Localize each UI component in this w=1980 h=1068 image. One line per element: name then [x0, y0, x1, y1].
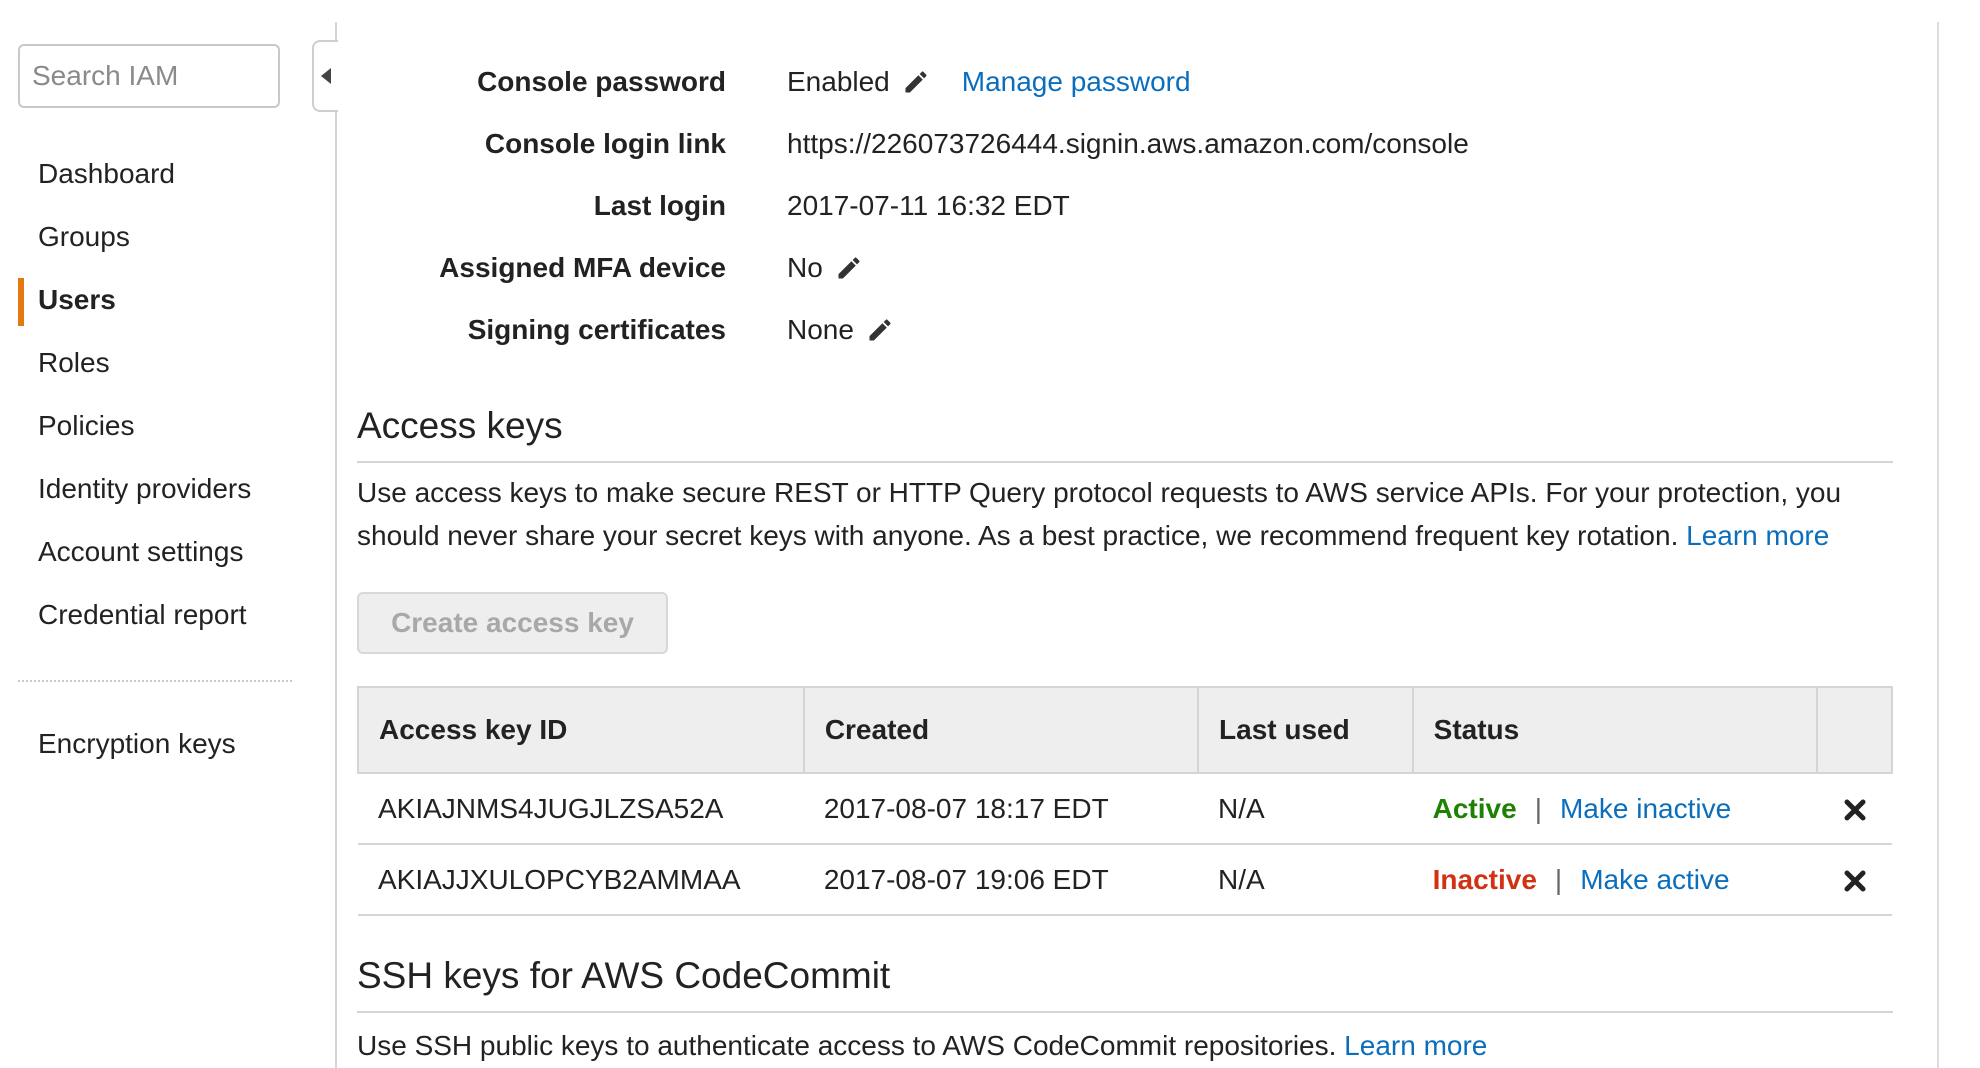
table-row: AKIAJJXULOPCYB2AMMAA 2017-08-07 19:06 ED… — [358, 844, 1892, 916]
access-keys-description-text: Use access keys to make secure REST or H… — [357, 477, 1842, 551]
manage-password-link[interactable]: Manage password — [962, 62, 1191, 102]
console-password-value-group: Enabled Manage password — [787, 62, 1191, 102]
main-content: Console password Enabled Manage password… — [357, 0, 1917, 1068]
signing-certificates-value-group: None — [787, 310, 894, 350]
status-separator: | — [1554, 863, 1563, 895]
sidebar: Dashboard Groups Users Roles Policies Id… — [0, 0, 300, 1068]
access-keys-title: Access keys — [357, 405, 563, 446]
pencil-icon[interactable] — [835, 254, 863, 282]
mfa-device-value: No — [787, 252, 823, 283]
sidebar-item-users[interactable]: Users — [0, 274, 300, 337]
access-key-id-cell: AKIAJJXULOPCYB2AMMAA — [358, 844, 804, 916]
signing-certificates-label: Signing certificates — [467, 314, 726, 345]
sidebar-collapse-button[interactable] — [312, 40, 338, 112]
sidebar-divider — [18, 680, 292, 682]
sidebar-item-credential-report[interactable]: Credential report — [0, 589, 300, 652]
access-keys-learn-more-link[interactable]: Learn more — [1686, 520, 1829, 551]
sidebar-item-groups[interactable]: Groups — [0, 211, 300, 274]
mfa-device-value-group: No — [787, 248, 863, 288]
column-header-status[interactable]: Status — [1411, 686, 1819, 774]
ssh-keys-description-text: Use SSH public keys to authenticate acce… — [357, 1030, 1337, 1061]
ssh-keys-description: Use SSH public keys to authenticate acce… — [357, 1024, 1897, 1067]
console-login-link-row: Console login link https://226073726444.… — [357, 124, 1917, 184]
caret-left-icon — [321, 68, 331, 84]
column-header-created[interactable]: Created — [802, 686, 1200, 774]
pencil-icon[interactable] — [902, 68, 930, 96]
console-login-link-label: Console login link — [484, 128, 726, 159]
table-header-row: Access key ID Created Last used Status — [357, 686, 1893, 774]
pencil-icon[interactable] — [866, 316, 894, 344]
table-row: AKIAJNMS4JUGJLZSA52A 2017-08-07 18:17 ED… — [358, 773, 1892, 845]
status-cell: Inactive | Make active — [1412, 844, 1818, 916]
created-cell: 2017-08-07 19:06 EDT — [803, 844, 1199, 916]
status-separator: | — [1534, 792, 1542, 824]
create-access-key-button[interactable]: Create access key — [357, 592, 668, 654]
last-login-row: Last login 2017-07-11 16:32 EDT — [357, 186, 1917, 246]
access-keys-rule — [357, 461, 1893, 463]
access-keys-description: Use access keys to make secure REST or H… — [357, 471, 1897, 557]
search-input[interactable] — [18, 44, 280, 108]
signing-certificates-value: None — [787, 314, 854, 345]
sidebar-nav: Dashboard Groups Users Roles Policies Id… — [0, 148, 300, 652]
column-header-access-key-id[interactable]: Access key ID — [357, 686, 805, 774]
access-key-id-cell: AKIAJNMS4JUGJLZSA52A — [358, 773, 804, 845]
column-header-last-used[interactable]: Last used — [1197, 686, 1414, 774]
mfa-device-row: Assigned MFA device No — [357, 248, 1917, 308]
delete-cell — [1817, 773, 1892, 845]
ssh-keys-title: SSH keys for AWS CodeCommit — [357, 955, 891, 996]
column-header-actions — [1816, 686, 1893, 774]
last-used-cell: N/A — [1198, 844, 1413, 916]
make-active-link[interactable]: Make active — [1580, 864, 1729, 895]
sidebar-separator — [335, 22, 337, 1068]
console-login-link-value: https://226073726444.signin.aws.amazon.c… — [787, 128, 1469, 159]
created-cell: 2017-08-07 18:17 EDT — [803, 773, 1199, 845]
last-login-label: Last login — [593, 190, 726, 221]
last-login-value: 2017-07-11 16:32 EDT — [787, 190, 1070, 221]
access-keys-table: Access key ID Created Last used Status A… — [357, 686, 1893, 916]
sidebar-item-encryption-keys[interactable]: Encryption keys — [38, 728, 236, 760]
console-password-value: Enabled — [787, 66, 890, 97]
mfa-device-label: Assigned MFA device — [439, 252, 726, 283]
ssh-keys-learn-more-link[interactable]: Learn more — [1344, 1030, 1487, 1061]
make-inactive-link[interactable]: Make inactive — [1560, 793, 1731, 824]
sidebar-item-dashboard[interactable]: Dashboard — [0, 148, 300, 211]
close-icon[interactable] — [1844, 799, 1866, 821]
status-badge-inactive: Inactive — [1432, 863, 1537, 895]
status-badge-active: Active — [1432, 792, 1517, 824]
delete-cell — [1817, 844, 1892, 916]
sidebar-item-roles[interactable]: Roles — [0, 337, 300, 400]
sidebar-item-identity-providers[interactable]: Identity providers — [0, 463, 300, 526]
console-password-label: Console password — [477, 66, 726, 97]
last-used-cell: N/A — [1198, 773, 1413, 845]
sidebar-item-account-settings[interactable]: Account settings — [0, 526, 300, 589]
signing-certificates-row: Signing certificates None — [357, 310, 1917, 370]
content-right-border — [1937, 22, 1939, 1068]
ssh-keys-rule — [357, 1011, 1893, 1013]
status-cell: Active | Make inactive — [1412, 773, 1818, 845]
sidebar-item-policies[interactable]: Policies — [0, 400, 300, 463]
console-password-row: Console password Enabled Manage password — [357, 62, 1917, 122]
close-icon[interactable] — [1844, 870, 1866, 892]
